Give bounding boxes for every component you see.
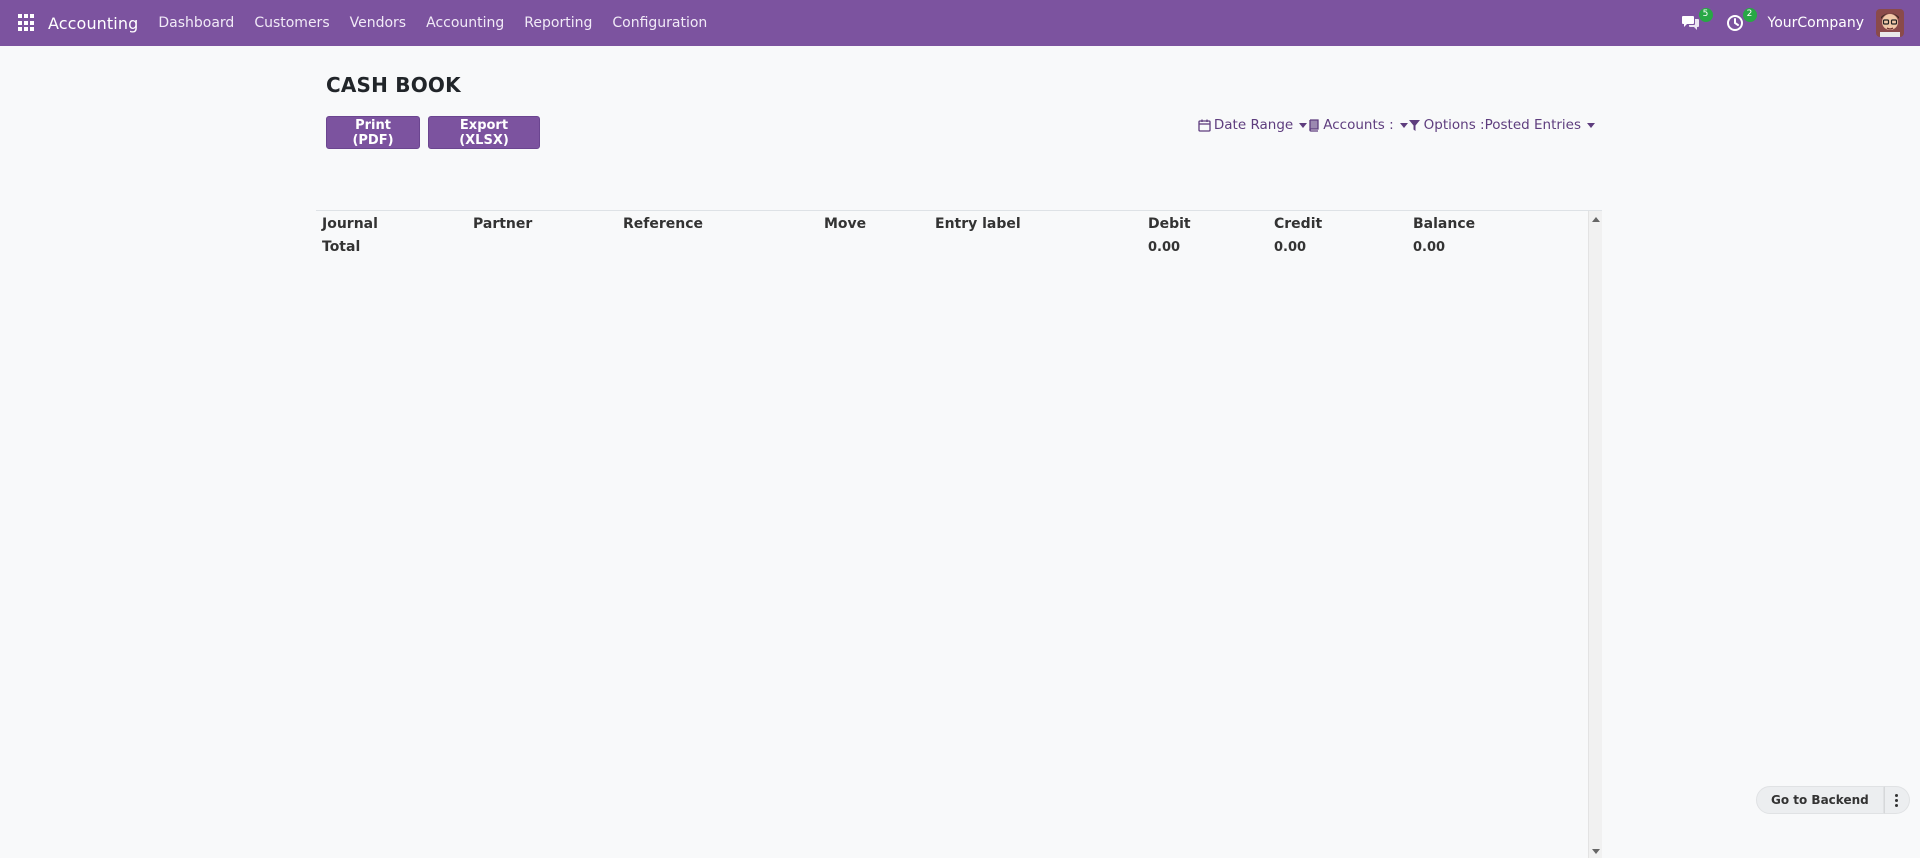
- cash-book-table: Journal Partner Reference Move Entry lab…: [316, 210, 1602, 857]
- export-xlsx-button[interactable]: Export (XLSX): [428, 116, 540, 149]
- funnel-icon: [1408, 119, 1421, 132]
- menu-accounting[interactable]: Accounting: [426, 15, 504, 31]
- messages-icon[interactable]: 5: [1680, 12, 1702, 34]
- total-debit: 0.00: [1148, 240, 1180, 255]
- col-credit: Credit: [1274, 216, 1322, 232]
- col-journal: Journal: [322, 216, 378, 232]
- table-body: Journal Partner Reference Move Entry lab…: [316, 211, 1588, 858]
- navbar-systray: 5 2 YourCompany: [1680, 0, 1920, 46]
- options-filter[interactable]: Options :Posted Entries: [1408, 117, 1595, 133]
- print-pdf-button[interactable]: Print (PDF): [326, 116, 420, 149]
- menu-customers[interactable]: Customers: [254, 15, 329, 31]
- user-avatar[interactable]: [1876, 9, 1904, 37]
- chevron-down-icon: [1400, 123, 1408, 128]
- app-brand[interactable]: Accounting: [48, 14, 138, 33]
- chevron-down-icon: [1299, 123, 1307, 128]
- menu-reporting[interactable]: Reporting: [524, 15, 592, 31]
- go-to-backend-button[interactable]: Go to Backend: [1756, 786, 1884, 814]
- messages-badge: 5: [1699, 8, 1713, 22]
- total-label: Total: [322, 239, 360, 255]
- accounts-filter[interactable]: Accounts :: [1307, 117, 1407, 133]
- scroll-down-icon[interactable]: [1592, 849, 1600, 854]
- activities-badge: 2: [1743, 8, 1757, 22]
- menu-vendors[interactable]: Vendors: [350, 15, 406, 31]
- menu-dashboard[interactable]: Dashboard: [158, 15, 234, 31]
- avatar-icon: [1876, 9, 1904, 37]
- col-debit: Debit: [1148, 216, 1191, 232]
- more-options-icon[interactable]: [1884, 786, 1910, 814]
- accounts-label: Accounts :: [1323, 117, 1393, 133]
- total-balance: 0.00: [1413, 240, 1445, 255]
- col-partner: Partner: [473, 216, 532, 232]
- clock-icon: [1726, 14, 1744, 32]
- col-balance: Balance: [1413, 216, 1475, 232]
- total-credit: 0.00: [1274, 240, 1306, 255]
- col-move: Move: [824, 216, 866, 232]
- options-label: Options :Posted Entries: [1424, 117, 1581, 133]
- table-total-row: Total 0.00 0.00 0.00: [316, 236, 1588, 258]
- table-scrollbar[interactable]: [1588, 211, 1602, 858]
- book-icon: [1307, 119, 1320, 132]
- activities-icon[interactable]: 2: [1724, 12, 1746, 34]
- col-reference: Reference: [623, 216, 703, 232]
- top-navbar: Accounting Dashboard Customers Vendors A…: [0, 0, 1920, 46]
- page-title: CASH BOOK: [326, 73, 461, 97]
- menu-configuration[interactable]: Configuration: [612, 15, 707, 31]
- table-header-row: Journal Partner Reference Move Entry lab…: [316, 213, 1588, 235]
- col-entry-label: Entry label: [935, 216, 1021, 232]
- chat-bubbles-icon: [1682, 15, 1700, 31]
- date-range-label: Date Range: [1214, 117, 1293, 133]
- report-filters: Date Range Accounts : Options :Posted En…: [1198, 115, 1595, 135]
- company-switcher[interactable]: YourCompany: [1768, 15, 1865, 31]
- calendar-icon: [1198, 119, 1211, 132]
- scroll-up-icon[interactable]: [1592, 217, 1600, 222]
- backend-widget: Go to Backend: [1756, 785, 1910, 815]
- chevron-down-icon: [1587, 123, 1595, 128]
- date-range-filter[interactable]: Date Range: [1198, 117, 1307, 133]
- app-menu-icon[interactable]: [18, 14, 36, 32]
